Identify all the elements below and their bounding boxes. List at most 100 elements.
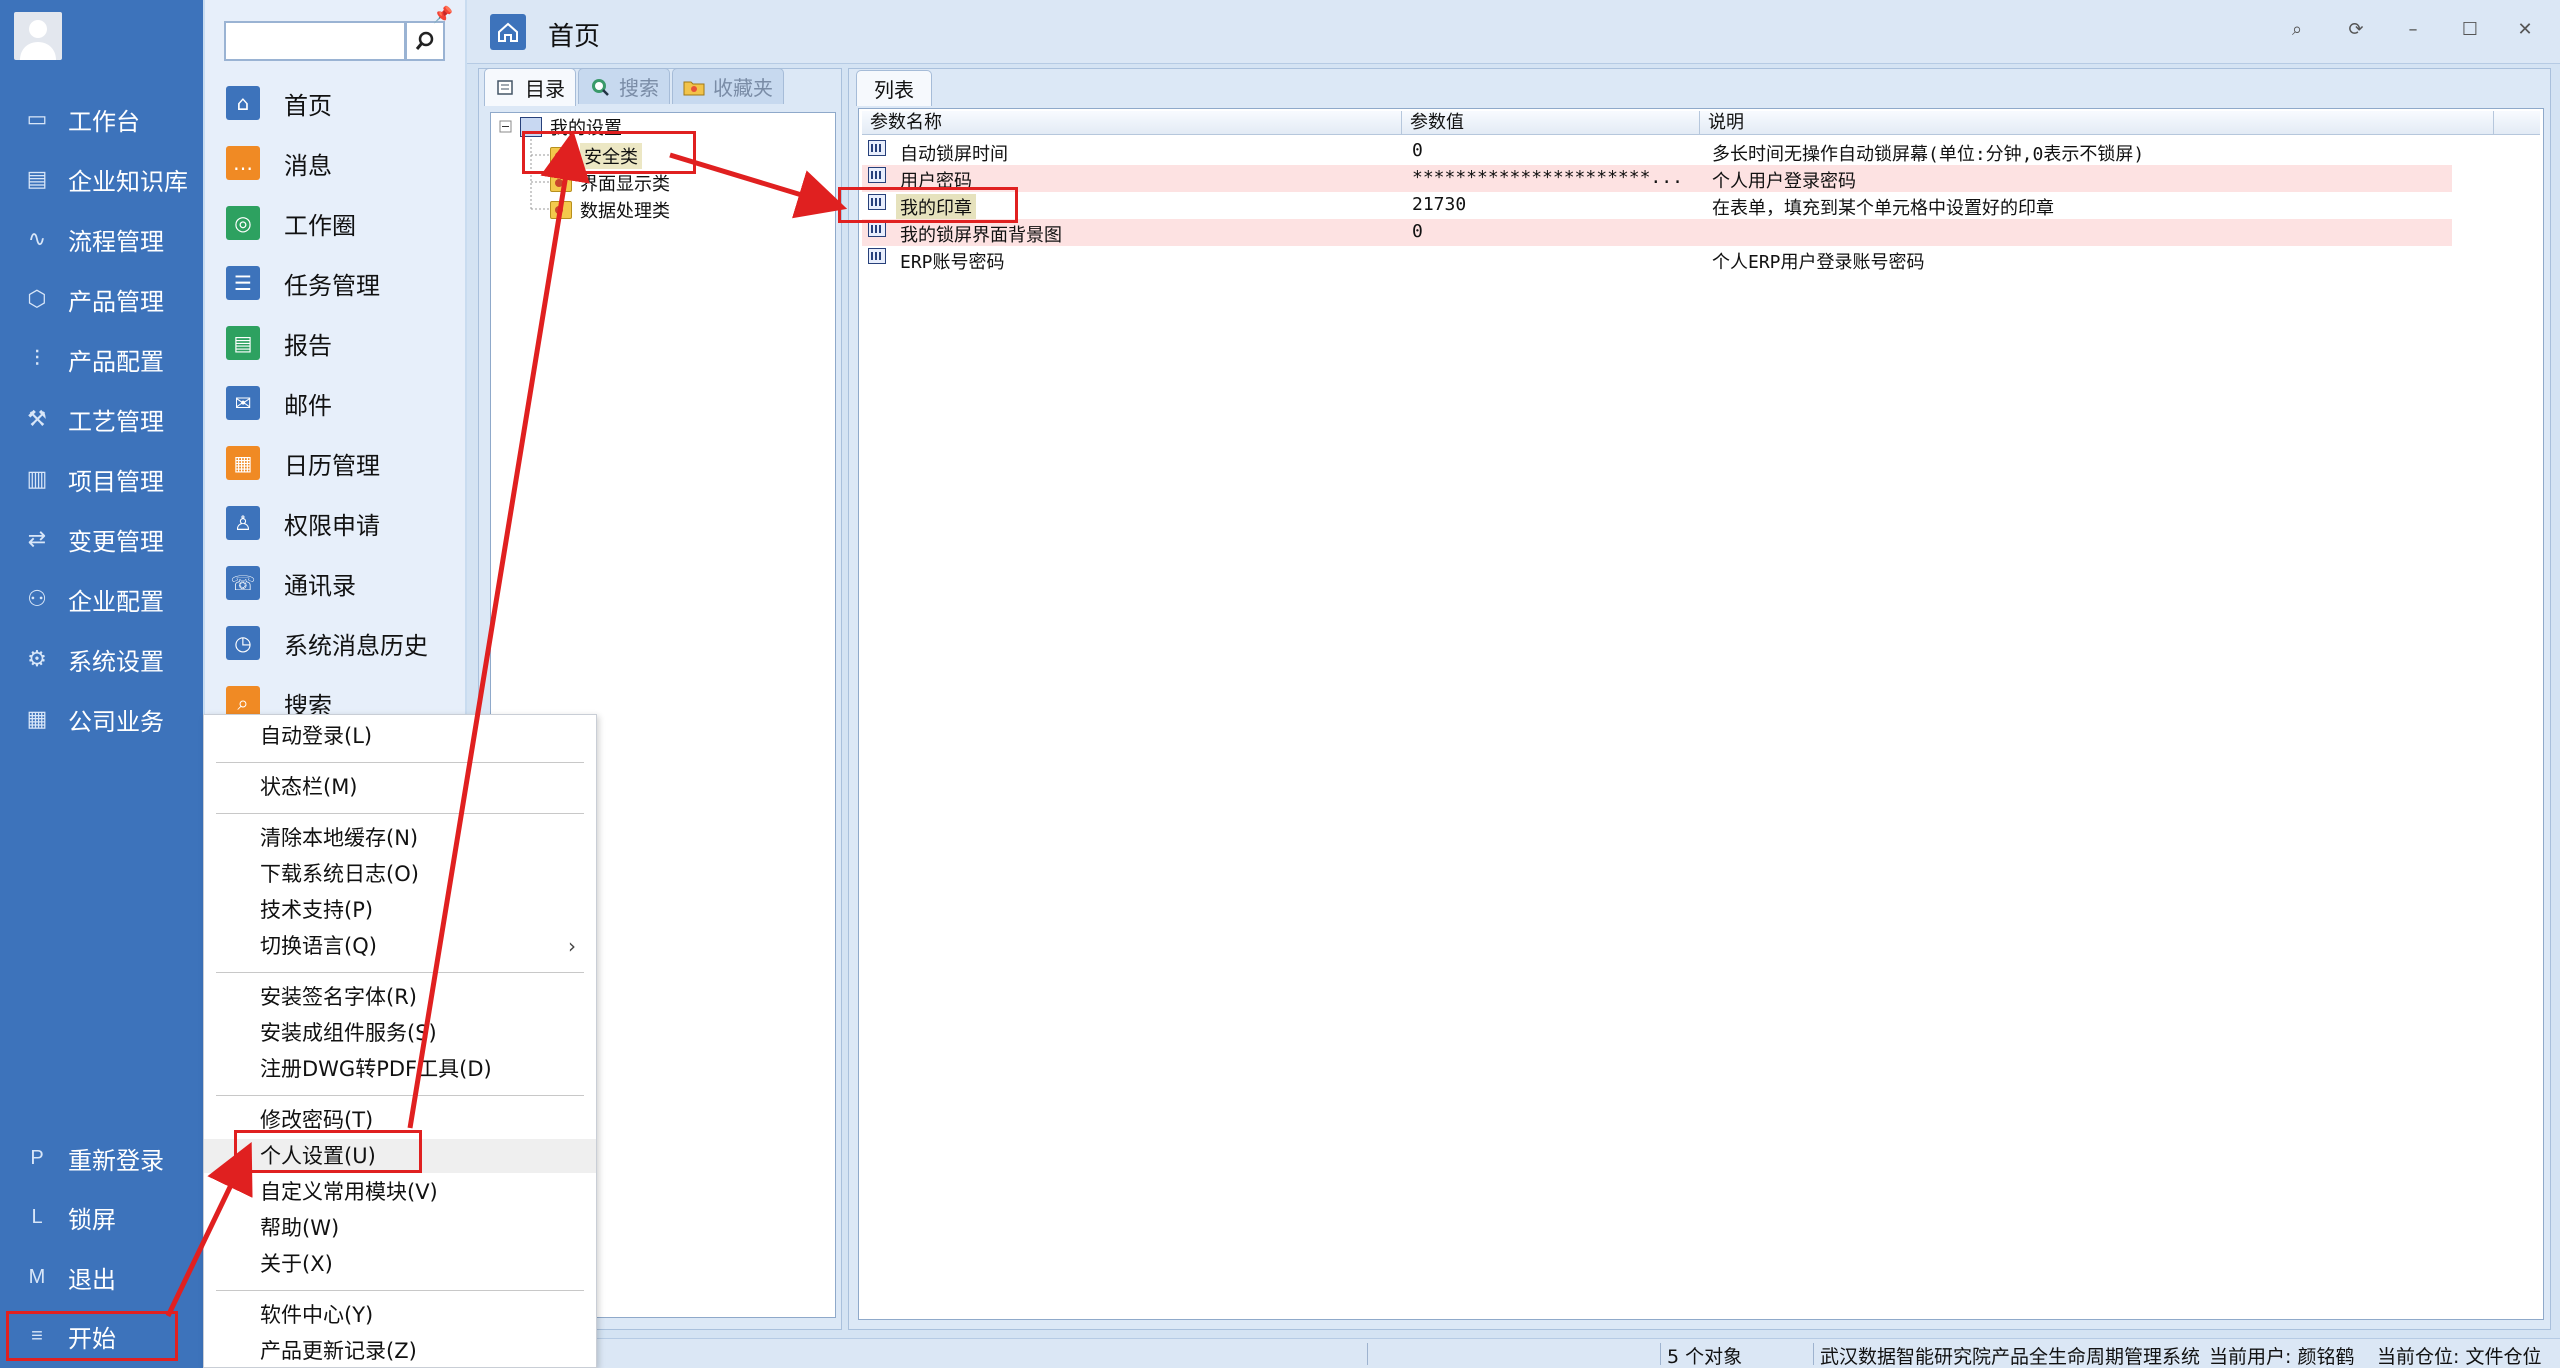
menu-item-4-3[interactable]: 帮助(W) bbox=[204, 1211, 596, 1245]
grid-icon: ▦ bbox=[26, 706, 48, 732]
sidebar-bottom-item-0[interactable]: P 重新登录 bbox=[0, 1129, 203, 1187]
menu-item-2-0[interactable]: 清除本地缓存(N) bbox=[204, 821, 596, 855]
sidebar-bottom-item-2[interactable]: M 退出 bbox=[0, 1248, 203, 1306]
sidebar-item-label: 产品配置 bbox=[68, 347, 164, 376]
module-label: 邮件 bbox=[284, 391, 332, 420]
menu-item-5-1[interactable]: 产品更新记录(Z) bbox=[204, 1334, 596, 1368]
module-item-1[interactable]: … 消息 bbox=[226, 138, 466, 188]
sidebar-bottom-item-1[interactable]: L 锁屏 bbox=[0, 1188, 203, 1246]
module-item-6[interactable]: ▦ 日历管理 bbox=[226, 438, 466, 488]
start-context-menu: 自动登录(L) 状态栏(M) 清除本地缓存(N) 下载系统日志(O) 技术支持(P) 切换… bbox=[203, 714, 597, 1368]
module-item-3[interactable]: ☰ 任务管理 bbox=[226, 258, 466, 308]
table-row[interactable]: 自动锁屏时间 0 多长时间无操作自动锁屏幕(单位:分钟,0表示不锁屏) bbox=[862, 138, 2452, 165]
tree-node-data[interactable]: 数据处理类 bbox=[550, 197, 670, 223]
close-button[interactable]: ✕ bbox=[2510, 14, 2540, 44]
sidebar-item-8[interactable]: ⚇ 企业配置 bbox=[0, 570, 203, 628]
menu-item-label: 软件中心(Y) bbox=[260, 1303, 374, 1327]
module-icon: ▦ bbox=[226, 446, 260, 480]
menu-item-4-4[interactable]: 关于(X) bbox=[204, 1247, 596, 1281]
menu-item-2-3[interactable]: 切换语言(Q) › bbox=[204, 929, 596, 963]
shortcut-key-label: P bbox=[30, 1146, 44, 1169]
security-annotation-box bbox=[522, 131, 696, 174]
menu-item-label: 安装签名字体(R) bbox=[260, 985, 417, 1009]
sidebar-item-1[interactable]: ▤ 企业知识库 bbox=[0, 150, 203, 208]
module-search-input[interactable] bbox=[224, 21, 406, 61]
sidebar-item-3[interactable]: ⬡ 产品管理 bbox=[0, 270, 203, 328]
menu-item-3-2[interactable]: 注册DWG转PDF工具(D) bbox=[204, 1052, 596, 1086]
sidebar-item-label: 企业配置 bbox=[68, 587, 164, 616]
minimize-button[interactable]: – bbox=[2398, 14, 2428, 44]
module-item-7[interactable]: ♙ 权限申请 bbox=[226, 498, 466, 548]
sidebar-item-0[interactable]: ▭ 工作台 bbox=[0, 90, 203, 148]
table-row[interactable]: 我的印章 21730 在表单，填充到某个单元格中设置好的印章 bbox=[862, 192, 2452, 220]
row-name: ERP账号密码 bbox=[900, 252, 1005, 273]
menu-separator bbox=[216, 1095, 584, 1096]
menu-item-2-1[interactable]: 下载系统日志(O) bbox=[204, 857, 596, 891]
sidebar-item-2[interactable]: ∿ 流程管理 bbox=[0, 210, 203, 268]
table-row[interactable]: 用户密码 **********************... 个人用户登录密码 bbox=[862, 165, 2452, 192]
module-icon: ▤ bbox=[226, 326, 260, 360]
module-item-2[interactable]: ◎ 工作圈 bbox=[226, 198, 466, 248]
module-item-0[interactable]: ⌂ 首页 bbox=[226, 78, 466, 128]
column-header-name[interactable]: 参数名称 bbox=[862, 111, 1402, 135]
chart-icon: ▥ bbox=[26, 466, 48, 492]
folder-icon bbox=[550, 174, 572, 192]
status-warehouse: 当前仓位: 文件仓位 bbox=[2377, 1346, 2542, 1368]
row-desc: 个人ERP用户登录账号密码 bbox=[1712, 252, 1925, 273]
module-label: 日历管理 bbox=[284, 451, 380, 480]
sidebar-item-9[interactable]: ⚙ 系统设置 bbox=[0, 630, 203, 688]
menu-item-3-1[interactable]: 安装成组件服务(S) bbox=[204, 1016, 596, 1050]
menu-item-label: 自动登录(L) bbox=[260, 724, 373, 748]
tab-search[interactable]: 搜索 bbox=[578, 68, 670, 104]
sidebar-bottom-label: 退出 bbox=[68, 1265, 116, 1294]
menu-item-1-0[interactable]: 状态栏(M) bbox=[204, 770, 596, 804]
shortcut-key-label: M bbox=[28, 1265, 46, 1288]
module-icon: ♙ bbox=[226, 506, 260, 540]
menu-item-3-0[interactable]: 安装签名字体(R) bbox=[204, 980, 596, 1014]
sidebar-item-7[interactable]: ⇄ 变更管理 bbox=[0, 510, 203, 568]
maximize-button[interactable]: ☐ bbox=[2455, 14, 2485, 44]
tab-favorites[interactable]: 收藏夹 bbox=[672, 68, 784, 104]
tab-favorites-label: 收藏夹 bbox=[713, 76, 773, 100]
search-window-icon[interactable]: ⌕ bbox=[2282, 14, 2312, 44]
home-icon[interactable] bbox=[490, 14, 526, 50]
sidebar-item-label: 变更管理 bbox=[68, 527, 164, 556]
menu-item-5-0[interactable]: 软件中心(Y) bbox=[204, 1298, 596, 1332]
column-header-desc[interactable]: 说明 bbox=[1700, 111, 2494, 135]
sidebar-item-10[interactable]: ▦ 公司业务 bbox=[0, 690, 203, 748]
table-row[interactable]: ERP账号密码 个人ERP用户登录账号密码 bbox=[862, 246, 2452, 273]
module-item-9[interactable]: ◷ 系统消息历史 bbox=[226, 618, 466, 668]
menu-item-4-2[interactable]: 自定义常用模块(V) bbox=[204, 1175, 596, 1209]
menu-item-label: 状态栏(M) bbox=[260, 775, 358, 799]
menu-separator bbox=[216, 1290, 584, 1291]
module-item-5[interactable]: ✉ 邮件 bbox=[226, 378, 466, 428]
module-search-button[interactable] bbox=[405, 21, 445, 61]
monitor-icon: ▭ bbox=[26, 106, 48, 132]
user-avatar[interactable] bbox=[14, 12, 62, 60]
users-icon: ⚇ bbox=[27, 586, 47, 612]
table-row[interactable]: 我的锁屏界面背景图 0 bbox=[862, 219, 2452, 246]
row-value: 21730 bbox=[1412, 194, 1467, 215]
refresh-icon[interactable]: ⟳ bbox=[2341, 14, 2371, 44]
column-header-value[interactable]: 参数值 bbox=[1402, 111, 1700, 135]
module-icon: ☰ bbox=[226, 266, 260, 300]
tab-list[interactable]: 列表 bbox=[856, 70, 932, 106]
module-item-8[interactable]: ☏ 通讯录 bbox=[226, 558, 466, 608]
gear-icon: ⚙ bbox=[27, 646, 47, 672]
sidebar-item-6[interactable]: ▥ 项目管理 bbox=[0, 450, 203, 508]
avatar-icon bbox=[20, 20, 56, 60]
folder-icon bbox=[550, 201, 572, 219]
sidebar-item-4[interactable]: ⫶ 产品配置 bbox=[0, 330, 203, 388]
tab-directory[interactable]: 目录 bbox=[484, 68, 576, 106]
pin-icon[interactable]: 📌 bbox=[433, 5, 453, 24]
sidebar-item-5[interactable]: ⚒ 工艺管理 bbox=[0, 390, 203, 448]
module-item-4[interactable]: ▤ 报告 bbox=[226, 318, 466, 368]
sidebar-item-label: 工艺管理 bbox=[68, 407, 164, 436]
directory-icon bbox=[495, 77, 517, 99]
menu-separator bbox=[216, 762, 584, 763]
sidebar-item-label: 流程管理 bbox=[68, 227, 164, 256]
module-icon: … bbox=[226, 146, 260, 180]
menu-item-0-0[interactable]: 自动登录(L) bbox=[204, 719, 596, 753]
row-desc: 多长时间无操作自动锁屏幕(单位:分钟,0表示不锁屏) bbox=[1712, 144, 2145, 165]
menu-item-2-2[interactable]: 技术支持(P) bbox=[204, 893, 596, 927]
